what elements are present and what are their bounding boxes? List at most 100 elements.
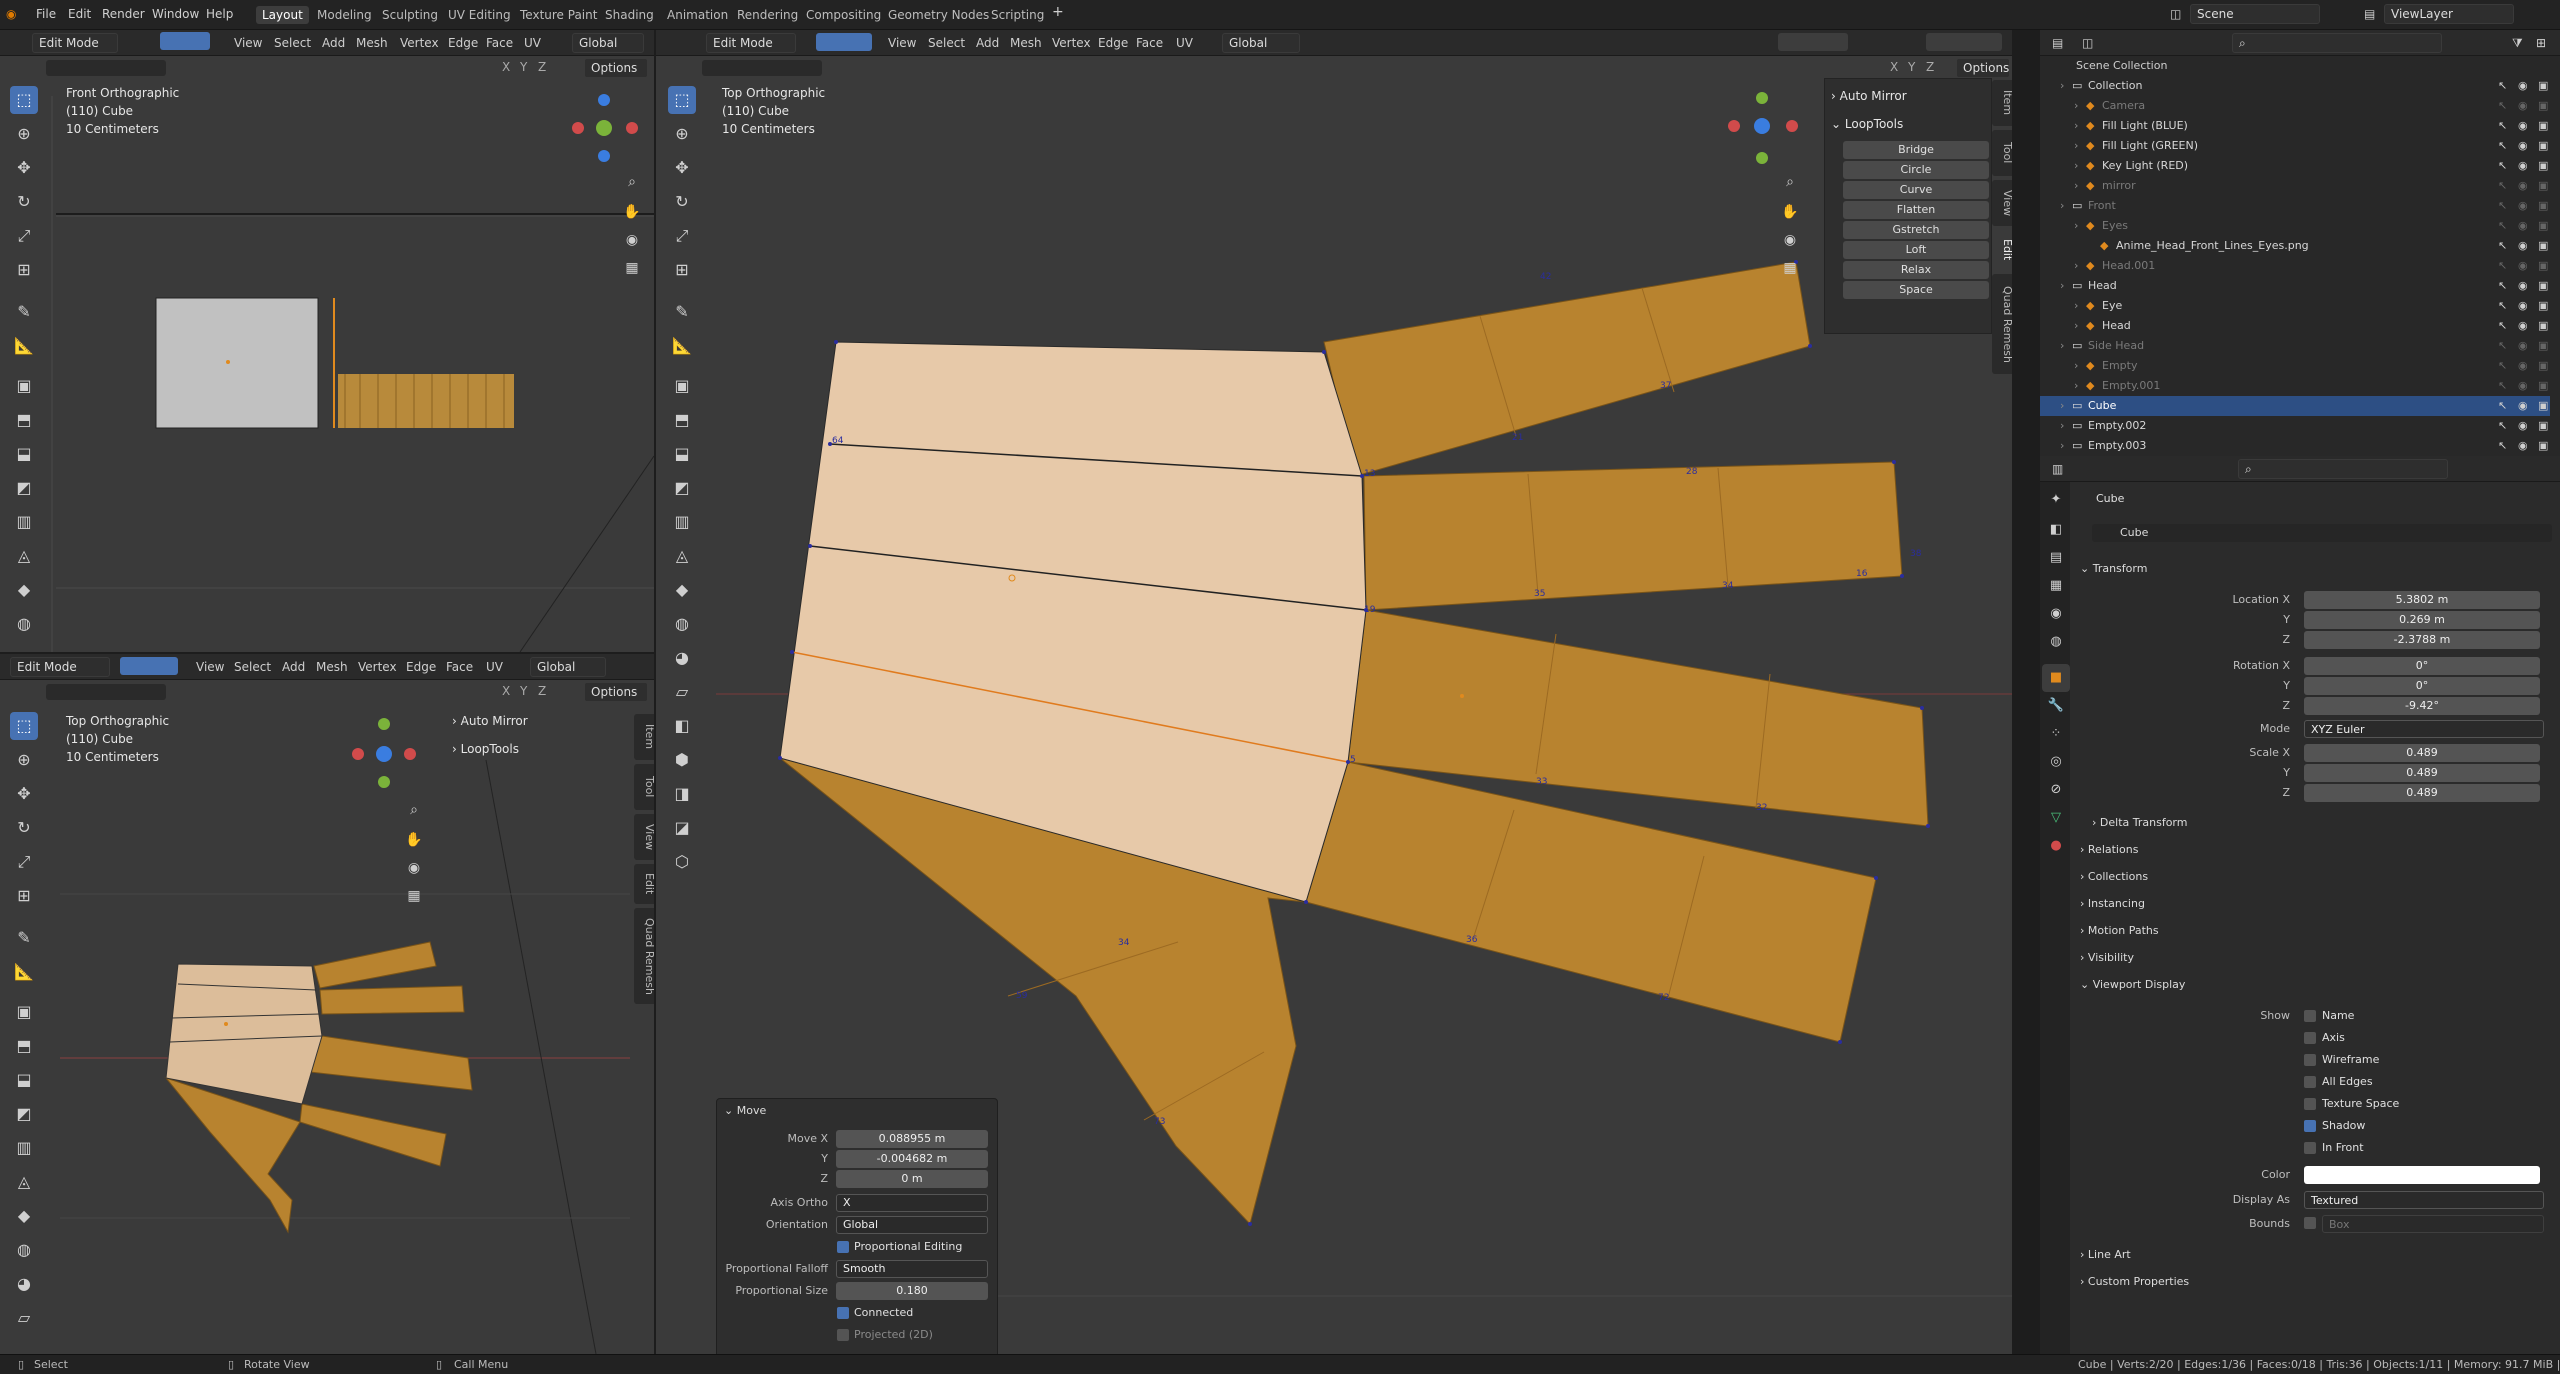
bevel-icon[interactable]: ◩ [10,474,38,502]
side-tab-view[interactable]: View [1992,180,2012,226]
measure-icon[interactable]: 📐 [668,332,696,360]
loop-cut-icon[interactable]: ▥ [10,1134,38,1162]
circle-button[interactable]: Circle [1843,161,1989,179]
proportional-size-field[interactable]: 0.180 [836,1282,988,1300]
viewlayer-selector[interactable]: ViewLayer [2384,4,2514,24]
relax-button[interactable]: Relax [1843,261,1989,279]
restrict-select-icon[interactable]: ↖ [2498,239,2507,252]
projected-checkbox[interactable] [837,1329,849,1341]
camera-render-icon[interactable]: ▣ [2538,339,2548,352]
knife-icon[interactable]: ◬ [10,1168,38,1196]
expand-arrow-icon[interactable]: › [2074,299,2078,312]
scene-selector[interactable]: Scene [2190,4,2320,24]
menu-face-small[interactable]: Face [446,660,473,674]
eye-icon[interactable]: ◉ [2518,179,2528,192]
bevel-icon[interactable]: ◩ [10,1100,38,1128]
cursor-icon[interactable]: ⊕ [10,746,38,774]
spin-icon[interactable]: ◍ [10,1236,38,1264]
push-pull-icon[interactable]: ⬡ [668,848,696,876]
tool-tab-icon[interactable]: ✦ [2042,486,2070,514]
expand-arrow-icon[interactable]: › [2060,439,2064,452]
side-tab-item-small[interactable]: Item [634,714,654,760]
scale-icon[interactable]: ⤢ [668,222,696,250]
eye-icon[interactable]: ◉ [2518,299,2528,312]
menu-window[interactable]: Window [152,7,199,21]
menu-help[interactable]: Help [206,7,233,21]
move-icon[interactable]: ✥ [668,154,696,182]
physics-tab-icon[interactable]: ◎ [2042,748,2070,776]
particles-tab-icon[interactable]: ⁘ [2042,720,2070,748]
camera-render-icon[interactable]: ▣ [2538,379,2548,392]
orientation-selector-main[interactable]: Global [1222,33,1300,53]
eye-icon[interactable]: ◉ [2518,319,2528,332]
menu-vertex-small[interactable]: Vertex [358,660,397,674]
camera-render-icon[interactable]: ▣ [2538,439,2548,452]
viewport-top-small[interactable]: X Y Z Options Top Orthographic (110) Cub… [0,680,654,1354]
move-x-field[interactable]: 0.088955 m [836,1130,988,1148]
blender-logo-icon[interactable]: ◉ [6,7,16,21]
grid-icon-small[interactable]: ▦ [400,882,428,910]
overlay-toggles[interactable] [1778,33,1848,51]
viewport-front[interactable]: X Y Z Options Front Orthographic (110) C… [0,56,654,652]
instancing-section[interactable]: › Instancing [2080,897,2145,910]
shrink-fatten-icon[interactable]: ◧ [668,712,696,740]
inset-icon[interactable]: ⬓ [10,1066,38,1094]
menu-uv-small[interactable]: UV [486,660,503,674]
orientation-select[interactable]: Global [836,1216,988,1234]
transform-section[interactable]: ⌄ Transform [2080,562,2147,575]
side-tab-quad-remesh[interactable]: Quad Remesh [1992,274,2012,374]
menu-mesh[interactable]: Mesh [356,36,388,50]
eye-icon[interactable]: ◉ [2518,79,2528,92]
outliner-row[interactable]: › ▭ Side Head ↖ ◉ ▣ [2040,336,2550,356]
material-tab-icon[interactable]: ● [2042,832,2070,860]
camera-render-icon[interactable]: ▣ [2538,319,2548,332]
tab-rendering[interactable]: Rendering [731,6,804,24]
rip-region-icon[interactable]: ◪ [668,814,696,842]
camera-render-icon[interactable]: ▣ [2538,119,2548,132]
extrude-icon[interactable]: ⬒ [10,1032,38,1060]
poly-build-icon[interactable]: ◆ [668,576,696,604]
eye-icon[interactable]: ◉ [2518,119,2528,132]
rotation-mode-select[interactable]: XYZ Euler [2304,720,2544,738]
outliner-row[interactable]: › ▭ Front ↖ ◉ ▣ [2040,196,2550,216]
orientation-selector-small[interactable]: Global [530,657,606,677]
show-checkbox[interactable] [2304,1054,2316,1066]
zoom-icon-main[interactable]: ⌕ [1776,168,1804,196]
outliner-search[interactable]: ⌕ [2232,33,2442,53]
spin-icon[interactable]: ◍ [668,610,696,638]
bounds-checkbox[interactable] [2304,1217,2316,1229]
show-checkbox[interactable] [2304,1010,2316,1022]
delta-transform-section[interactable]: › Delta Transform [2092,816,2187,829]
rotate-icon[interactable]: ↻ [668,188,696,216]
outliner-row[interactable]: › ◆ Empty.001 ↖ ◉ ▣ [2040,376,2550,396]
restrict-select-icon[interactable]: ↖ [2498,99,2507,112]
expand-arrow-icon[interactable]: › [2074,99,2078,112]
outliner-row[interactable]: › ◆ Empty ↖ ◉ ▣ [2040,356,2550,376]
transform-icon[interactable]: ⊞ [668,256,696,284]
mode-selector-main[interactable]: Edit Mode [706,33,796,53]
smooth-icon[interactable]: ◕ [10,1270,38,1298]
side-tab-tool-small[interactable]: Tool [634,764,654,810]
shrink-icon[interactable]: ▱ [10,1304,38,1332]
restrict-select-icon[interactable]: ↖ [2498,339,2507,352]
eye-icon[interactable]: ◉ [2518,259,2528,272]
outliner-filter-icon[interactable]: ◫ [2082,36,2093,50]
camera-render-icon[interactable]: ▣ [2538,259,2548,272]
show-checkbox[interactable] [2304,1120,2316,1132]
move-panel-title[interactable]: ⌄ Move [724,1104,766,1117]
eye-icon[interactable]: ◉ [2518,359,2528,372]
restrict-select-icon[interactable]: ↖ [2498,159,2507,172]
outliner-row[interactable]: › ◆ Fill Light (BLUE) ↖ ◉ ▣ [2040,116,2550,136]
scale-z-field[interactable]: 0.489 [2304,784,2540,802]
object-tab-icon[interactable]: ■ [2042,664,2070,692]
tab-modeling[interactable]: Modeling [311,6,378,24]
scale-y-field[interactable]: 0.489 [2304,764,2540,782]
camera-render-icon[interactable]: ▣ [2538,159,2548,172]
outliner-editor-icon[interactable]: ▤ [2052,36,2063,50]
annotate-icon[interactable]: ✎ [10,924,38,952]
camera-render-icon[interactable]: ▣ [2538,199,2548,212]
expand-arrow-icon[interactable]: › [2074,139,2078,152]
rip-icon[interactable]: ◨ [668,780,696,808]
menu-view[interactable]: View [234,36,262,50]
outliner-row[interactable]: › ◆ Eyes ↖ ◉ ▣ [2040,216,2550,236]
